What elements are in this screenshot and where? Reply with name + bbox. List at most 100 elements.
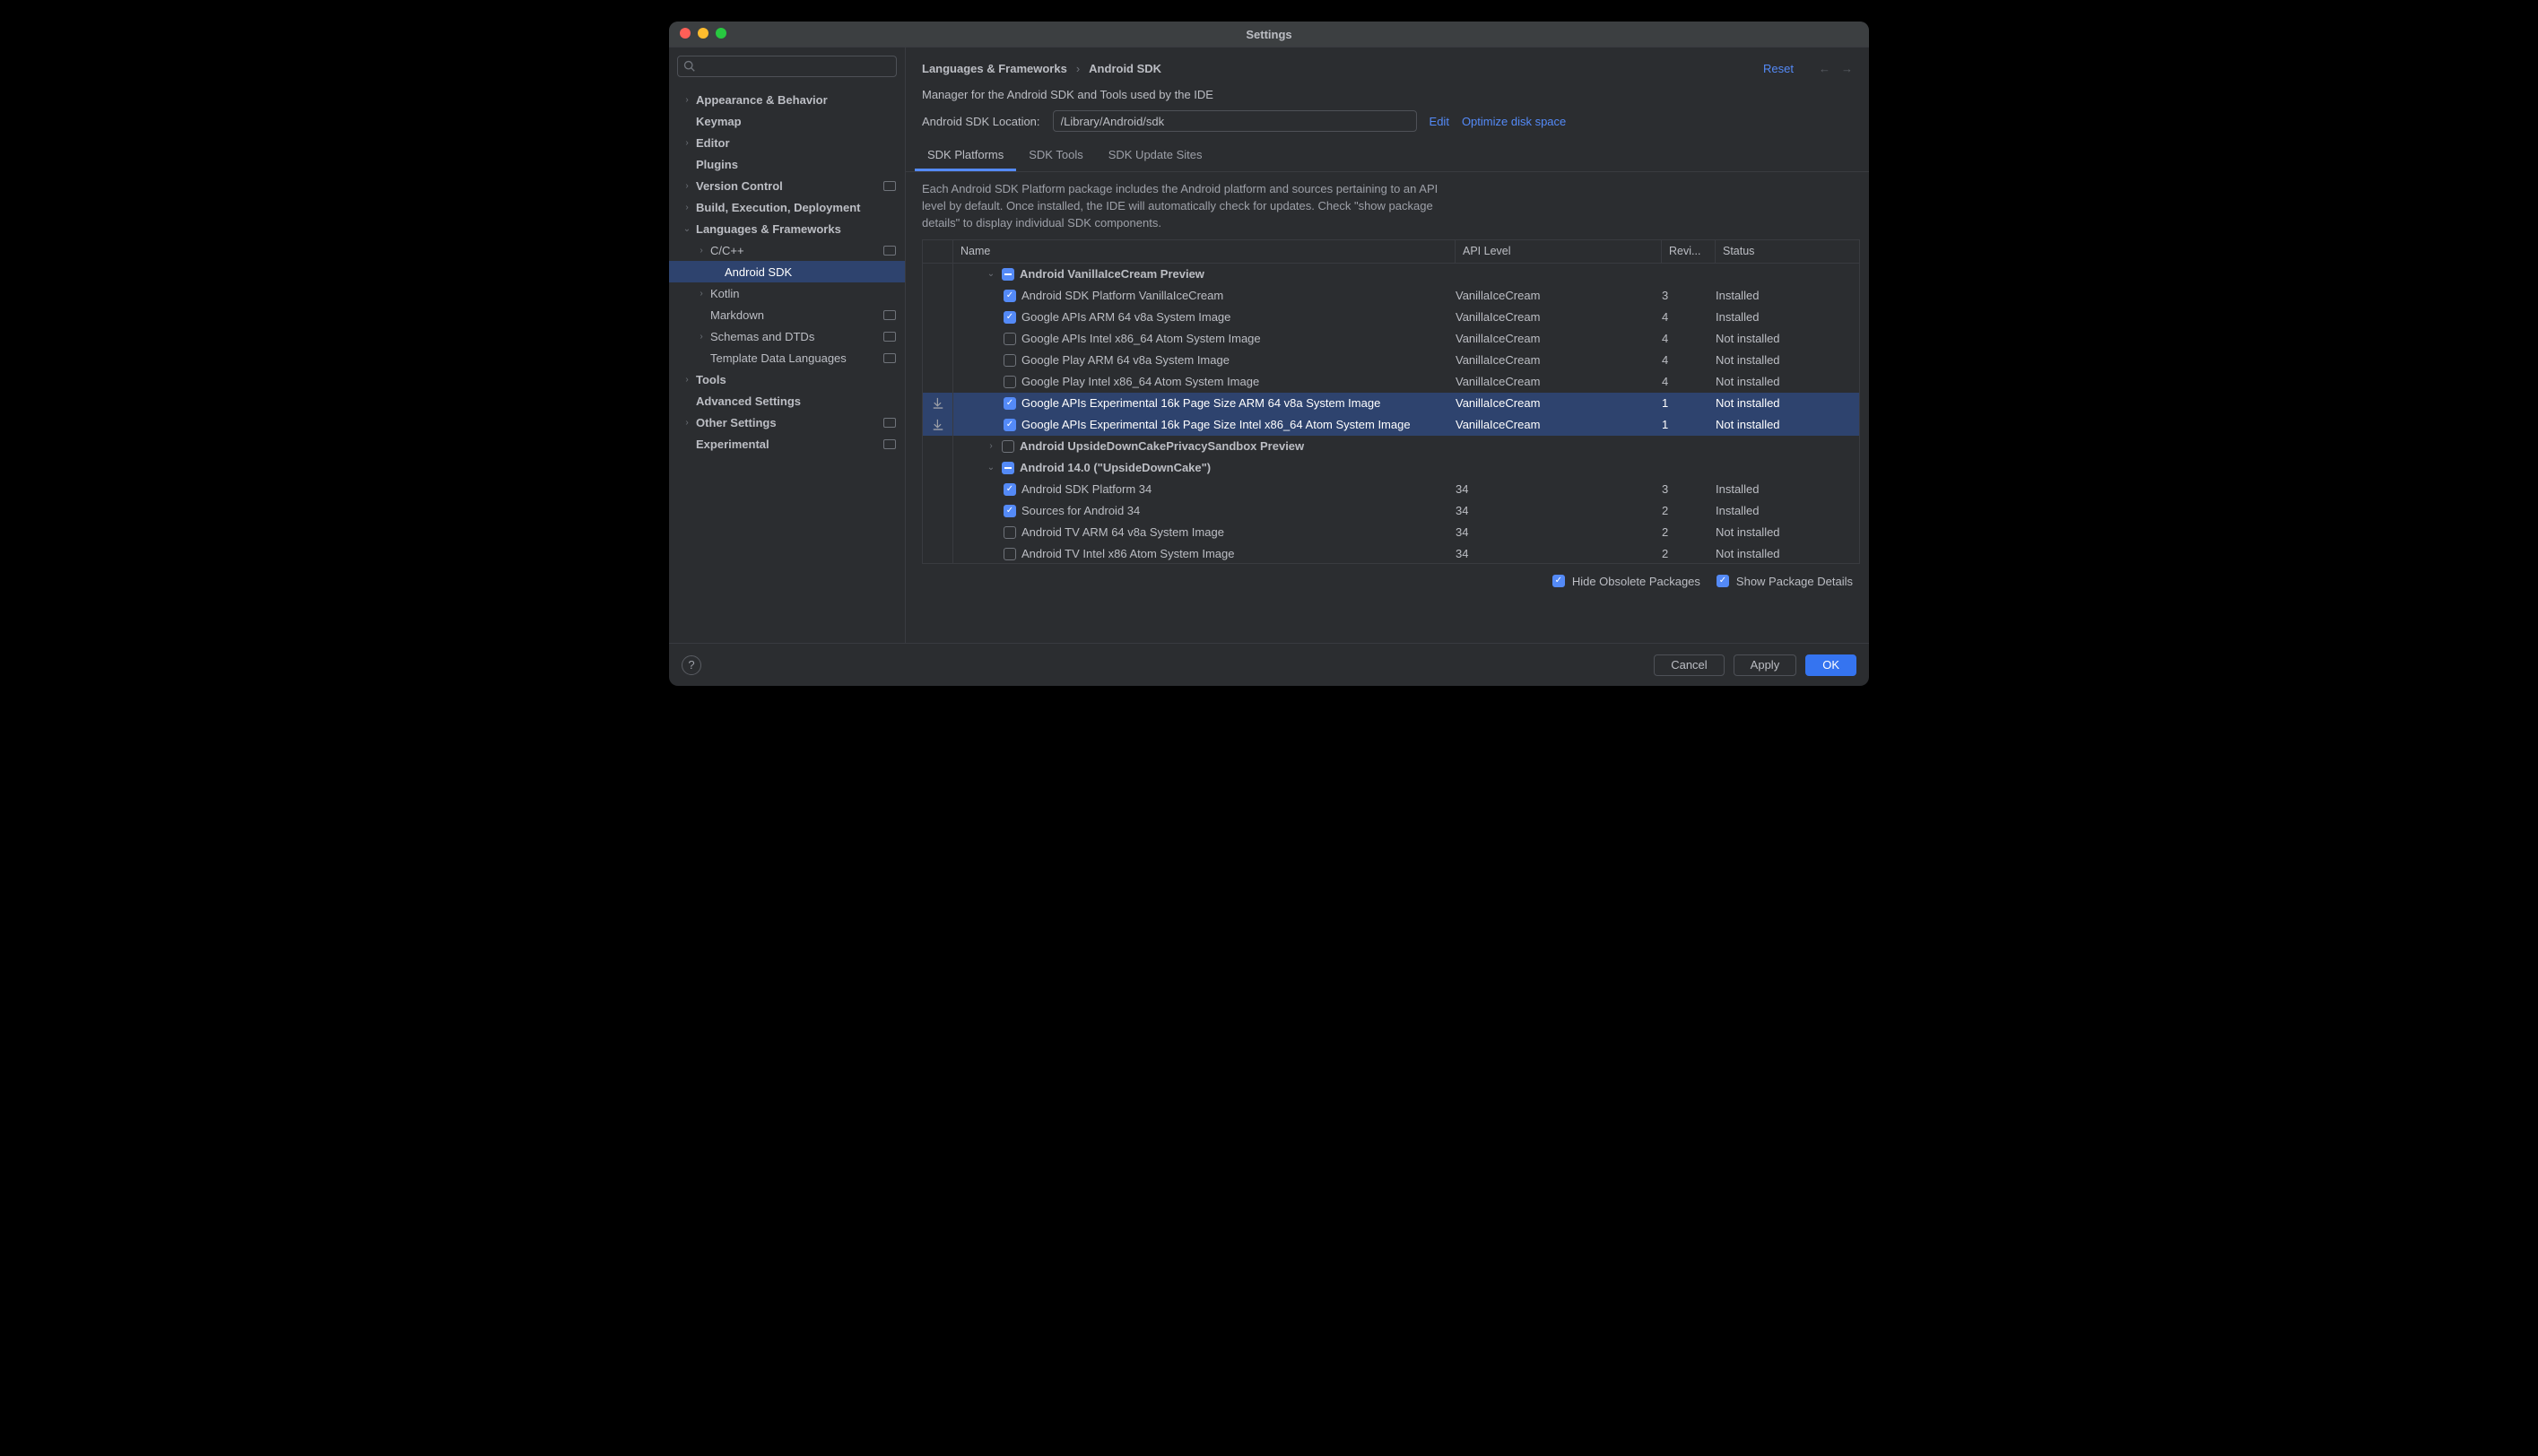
edit-link[interactable]: Edit — [1430, 115, 1449, 128]
checkbox-icon[interactable] — [1004, 397, 1016, 410]
scope-badge-icon — [883, 246, 896, 256]
scope-badge-icon — [883, 310, 896, 320]
checkbox-icon — [1717, 575, 1729, 587]
checkbox-icon[interactable] — [1004, 376, 1016, 388]
main-panel: Languages & Frameworks › Android SDK Res… — [906, 48, 1869, 643]
minimize-icon[interactable] — [698, 28, 708, 39]
hide-obsolete-toggle[interactable]: Hide Obsolete Packages — [1552, 575, 1700, 588]
sidebar-item[interactable]: ›Schemas and DTDs — [669, 325, 905, 347]
col-status[interactable]: Status — [1716, 240, 1859, 263]
scope-badge-icon — [883, 418, 896, 428]
checkbox-icon[interactable] — [1004, 483, 1016, 496]
package-row[interactable]: Android SDK Platform 34343Installed — [923, 479, 1859, 500]
sidebar-item[interactable]: ›Version Control — [669, 175, 905, 196]
checkbox-icon — [1552, 575, 1565, 587]
tab[interactable]: SDK Update Sites — [1096, 141, 1215, 171]
checkbox-icon[interactable] — [1004, 354, 1016, 367]
sidebar-item[interactable]: ›Kotlin — [669, 282, 905, 304]
apply-button[interactable]: Apply — [1734, 654, 1797, 676]
package-row[interactable]: Android SDK Platform VanillaIceCreamVani… — [923, 285, 1859, 307]
breadcrumb: Languages & Frameworks › Android SDK Res… — [906, 48, 1869, 81]
sidebar-item[interactable]: ⌄Languages & Frameworks — [669, 218, 905, 239]
col-api[interactable]: API Level — [1456, 240, 1662, 263]
dialog-footer: ? Cancel Apply OK — [669, 643, 1869, 686]
manager-description: Manager for the Android SDK and Tools us… — [906, 81, 1869, 107]
table-body[interactable]: ⌄Android VanillaIceCream PreviewAndroid … — [923, 264, 1859, 563]
forward-icon[interactable]: → — [1841, 62, 1853, 75]
sidebar-item[interactable]: Markdown — [669, 304, 905, 325]
cancel-button[interactable]: Cancel — [1654, 654, 1724, 676]
sidebar-item[interactable]: ›Appearance & Behavior — [669, 89, 905, 110]
sidebar-item[interactable]: ›Tools — [669, 368, 905, 390]
checkbox-icon[interactable] — [1004, 548, 1016, 560]
chevron-icon: ⌄ — [986, 269, 996, 279]
search-input[interactable] — [677, 56, 897, 77]
window-title: Settings — [1246, 28, 1291, 41]
sidebar: ›Appearance & BehaviorKeymap›EditorPlugi… — [669, 48, 906, 643]
ok-button[interactable]: OK — [1805, 654, 1856, 676]
checkbox-icon[interactable] — [1002, 440, 1014, 453]
col-name[interactable]: Name — [953, 240, 1456, 263]
package-group[interactable]: ›Android UpsideDownCakePrivacySandbox Pr… — [923, 436, 1859, 457]
table-header: Name API Level Revi... Status — [923, 240, 1859, 264]
package-row[interactable]: Android TV Intel x86 Atom System Image34… — [923, 543, 1859, 563]
package-group[interactable]: ⌄Android 14.0 ("UpsideDownCake") — [923, 457, 1859, 479]
package-row[interactable]: Google Play Intel x86_64 Atom System Ima… — [923, 371, 1859, 393]
sidebar-item[interactable]: Keymap — [669, 110, 905, 132]
checkbox-icon[interactable] — [1004, 333, 1016, 345]
package-row[interactable]: Google APIs Experimental 16k Page Size A… — [923, 393, 1859, 414]
checkbox-icon[interactable] — [1002, 462, 1014, 474]
checkbox-icon[interactable] — [1004, 526, 1016, 539]
sdk-location-label: Android SDK Location: — [922, 115, 1040, 128]
package-row[interactable]: Google APIs Intel x86_64 Atom System Ima… — [923, 328, 1859, 350]
sidebar-item[interactable]: Template Data Languages — [669, 347, 905, 368]
scope-badge-icon — [883, 181, 896, 191]
sdk-tabs: SDK PlatformsSDK ToolsSDK Update Sites — [906, 141, 1869, 172]
reset-link[interactable]: Reset — [1763, 62, 1794, 75]
help-icon[interactable]: ? — [682, 655, 701, 675]
chevron-icon: › — [680, 138, 694, 148]
chevron-icon: › — [680, 375, 694, 385]
tab[interactable]: SDK Tools — [1016, 141, 1095, 171]
checkbox-icon[interactable] — [1004, 311, 1016, 324]
show-details-toggle[interactable]: Show Package Details — [1717, 575, 1853, 588]
sidebar-item[interactable]: ›Build, Execution, Deployment — [669, 196, 905, 218]
back-icon[interactable]: ← — [1819, 62, 1830, 75]
tab[interactable]: SDK Platforms — [915, 141, 1016, 171]
chevron-right-icon: › — [1076, 62, 1080, 75]
package-row[interactable]: Google APIs ARM 64 v8a System ImageVanil… — [923, 307, 1859, 328]
sdk-location-input[interactable] — [1053, 110, 1417, 132]
sidebar-item[interactable]: ›C/C++ — [669, 239, 905, 261]
download-icon — [932, 397, 944, 410]
sidebar-item[interactable]: Advanced Settings — [669, 390, 905, 412]
package-row[interactable]: Google Play ARM 64 v8a System ImageVanil… — [923, 350, 1859, 371]
sidebar-item[interactable]: Android SDK — [669, 261, 905, 282]
title-bar: Settings — [669, 22, 1869, 47]
download-icon — [932, 419, 944, 431]
checkbox-icon[interactable] — [1004, 419, 1016, 431]
checkbox-icon[interactable] — [1002, 268, 1014, 281]
package-row[interactable]: Android TV ARM 64 v8a System Image342Not… — [923, 522, 1859, 543]
settings-window: Settings ›Appearance & BehaviorKeymap›Ed… — [669, 22, 1869, 686]
chevron-icon: › — [986, 441, 996, 451]
checkbox-icon[interactable] — [1004, 505, 1016, 517]
tab-info-text: Each Android SDK Platform package includ… — [906, 172, 1480, 239]
sidebar-item[interactable]: Plugins — [669, 153, 905, 175]
col-rev[interactable]: Revi... — [1662, 240, 1716, 263]
checkbox-icon[interactable] — [1004, 290, 1016, 302]
package-group[interactable]: ⌄Android VanillaIceCream Preview — [923, 264, 1859, 285]
package-row[interactable]: Sources for Android 34342Installed — [923, 500, 1859, 522]
search-icon — [683, 60, 696, 73]
package-row[interactable]: Google APIs Experimental 16k Page Size I… — [923, 414, 1859, 436]
chevron-icon: › — [694, 332, 708, 342]
sidebar-item[interactable]: ›Editor — [669, 132, 905, 153]
zoom-icon[interactable] — [716, 28, 726, 39]
chevron-icon: › — [680, 95, 694, 105]
close-icon[interactable] — [680, 28, 691, 39]
scope-badge-icon — [883, 439, 896, 449]
optimize-link[interactable]: Optimize disk space — [1462, 115, 1566, 128]
packages-table: Name API Level Revi... Status ⌄Android V… — [922, 239, 1860, 564]
sidebar-item[interactable]: Experimental — [669, 433, 905, 455]
breadcrumb-parent: Languages & Frameworks — [922, 62, 1067, 75]
sidebar-item[interactable]: ›Other Settings — [669, 412, 905, 433]
